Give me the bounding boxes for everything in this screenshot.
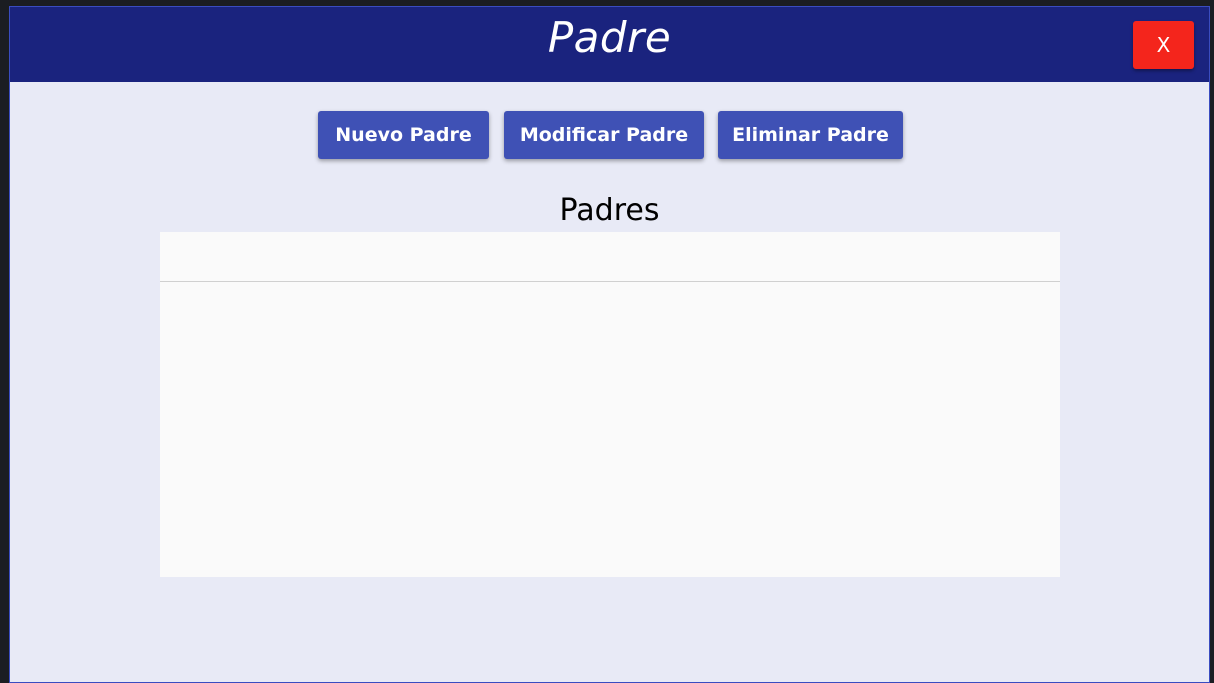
window-title: Padre <box>547 13 672 62</box>
grid-header <box>160 232 1060 282</box>
title-bar: Padre X <box>10 7 1209 82</box>
delete-padre-button[interactable]: Eliminar Padre <box>718 111 903 159</box>
section-title: Padres <box>559 193 660 228</box>
padre-window: Padre X Nuevo Padre Modificar Padre Elim… <box>9 6 1210 683</box>
modify-padre-button[interactable]: Modificar Padre <box>504 111 704 159</box>
toolbar: Nuevo Padre Modificar Padre Eliminar Pad… <box>10 111 1209 161</box>
new-padre-button[interactable]: Nuevo Padre <box>318 111 489 159</box>
padres-grid[interactable] <box>160 232 1060 577</box>
close-button[interactable]: X <box>1133 21 1194 69</box>
grid-body[interactable] <box>160 282 1060 577</box>
